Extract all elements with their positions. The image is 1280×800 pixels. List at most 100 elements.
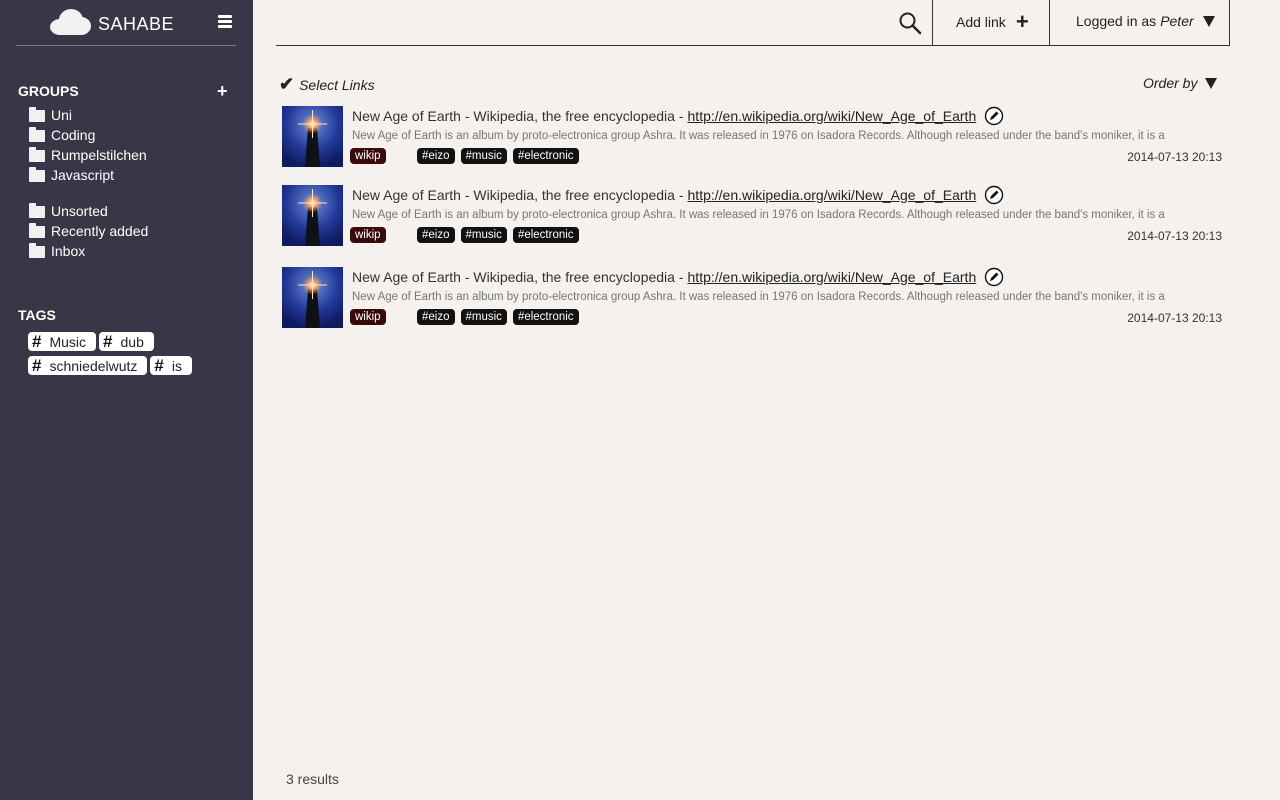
hash-icon: # [32,355,42,375]
pencil-icon[interactable] [984,267,1004,287]
link-title-text: New Age of Earth - Wikipedia, the free e… [352,187,684,203]
link-title: New Age of Earth - Wikipedia, the free e… [352,267,1004,287]
hash-icon: # [32,331,42,351]
group-label: Javascript [51,167,115,183]
sidebar-item-coding[interactable]: Coding [29,125,147,145]
group-badge[interactable]: wikip [350,148,386,164]
tag-label: dub [120,333,144,350]
caret-down-icon [1202,15,1215,27]
link-item: New Age of Earth - Wikipedia, the free e… [282,267,1230,329]
results-count: 3 results [286,771,339,787]
hashtag-badge[interactable]: #music [460,227,507,243]
link-url[interactable]: http://en.wikipedia.org/wiki/New_Age_of_… [688,108,977,124]
plus-icon: + [1015,9,1029,34]
folder-icon [29,146,45,162]
search-icon[interactable] [898,11,922,35]
sidebar-item-uni[interactable]: Uni [29,105,147,125]
link-title-text: New Age of Earth - Wikipedia, the free e… [352,108,684,124]
group-label: Coding [51,127,96,143]
link-thumbnail[interactable] [282,185,343,246]
sidebar-item-javascript[interactable]: Javascript [29,165,147,185]
folder-icon [29,166,45,182]
sidebar-item-rumpelstilchen[interactable]: Rumpelstilchen [29,145,147,165]
group-badge[interactable]: wikip [350,309,386,325]
link-thumbnail[interactable] [282,106,343,167]
tags-title: TAGS [18,307,56,323]
link-description: New Age of Earth is an album by proto-el… [352,209,1165,221]
app-name: SAHABE [98,14,175,34]
tag-schniedelwutz[interactable]: # schniedelwutz [28,355,148,375]
login-prefix: Logged in as [1076,13,1157,29]
cloud-icon [50,9,91,35]
group-label: Inbox [51,243,86,259]
group-label: Recently added [51,223,149,239]
tag-music[interactable]: # Music [28,331,97,351]
folder-icon [29,202,45,218]
top-bar: Add link + Logged in as Peter [276,0,1230,46]
group-label: Rumpelstilchen [51,147,147,163]
hashtag-badge[interactable]: #eizo [417,148,455,164]
group-badge[interactable]: wikip [350,227,386,243]
hashtag-badge[interactable]: #music [460,148,507,164]
link-item: New Age of Earth - Wikipedia, the free e… [282,185,1230,247]
group-list: Uni Coding Rumpelstilchen Javascript [29,105,147,185]
brand-header: SAHABE [16,0,236,46]
hash-icon: # [103,331,113,351]
hashtag-badge[interactable]: #electronic [512,227,579,243]
tag-label: is [171,357,182,374]
link-date: 2014-07-13 20:13 [1127,229,1222,243]
hashtag-badge[interactable]: #music [460,309,507,325]
folder-icon [29,106,45,122]
folder-icon [29,222,45,238]
link-url[interactable]: http://en.wikipedia.org/wiki/New_Age_of_… [688,187,977,203]
link-tags: #eizo #music #electronic [417,227,585,243]
link-title: New Age of Earth - Wikipedia, the free e… [352,106,1004,126]
hashtag-badge[interactable]: #eizo [417,309,455,325]
username: Peter [1160,13,1194,29]
user-menu[interactable]: Logged in as Peter [1076,13,1215,29]
add-link-button[interactable]: Add link + [956,9,1029,34]
tag-label: Music [49,333,87,350]
group-label: Uni [51,107,73,123]
hashtag-badge[interactable]: #eizo [417,227,455,243]
link-tags: #eizo #music #electronic [417,148,585,164]
folder-icon [29,242,45,258]
order-by-dropdown[interactable]: Order by [1143,75,1218,91]
divider [1049,0,1050,46]
sidebar-item-recently-added[interactable]: Recently added [29,221,148,241]
check-icon: ✔ [279,74,295,94]
select-links-toggle[interactable]: ✔ Select Links [279,74,375,95]
link-description: New Age of Earth is an album by proto-el… [352,291,1165,303]
caret-down-icon [1205,77,1218,89]
hamburger-icon[interactable] [218,15,232,29]
sidebar-item-inbox[interactable]: Inbox [29,241,148,261]
link-date: 2014-07-13 20:13 [1127,150,1222,164]
divider [1229,0,1230,46]
link-url[interactable]: http://en.wikipedia.org/wiki/New_Age_of_… [688,269,977,285]
link-title-text: New Age of Earth - Wikipedia, the free e… [352,269,684,285]
tag-is[interactable]: # is [150,356,192,375]
folder-icon [29,126,45,142]
link-thumbnail[interactable] [282,267,343,328]
pencil-icon[interactable] [984,185,1004,205]
link-description: New Age of Earth is an album by proto-el… [352,130,1165,142]
sidebar-item-unsorted[interactable]: Unsorted [29,201,148,221]
pencil-icon[interactable] [984,106,1004,126]
tag-dub[interactable]: # dub [99,332,154,351]
order-by-label: Order by [1143,75,1198,91]
link-item: New Age of Earth - Wikipedia, the free e… [282,106,1230,168]
group-label: Unsorted [51,203,108,219]
link-date: 2014-07-13 20:13 [1127,311,1222,325]
link-title: New Age of Earth - Wikipedia, the free e… [352,185,1004,205]
link-tags: #eizo #music #electronic [417,309,585,325]
divider [932,0,933,46]
add-group-button[interactable]: + [217,82,228,100]
hashtag-badge[interactable]: #electronic [512,148,579,164]
hash-icon: # [154,355,164,375]
hashtag-badge[interactable]: #electronic [512,309,579,325]
add-link-label: Add link [956,14,1006,30]
tag-cloud: # Music # dub # schniedelwutz # is [28,332,228,380]
sidebar: SAHABE GROUPS + Uni Coding Rumpelstilche… [0,0,253,800]
select-links-label: Select Links [299,76,375,93]
groups-title: GROUPS [18,83,79,99]
